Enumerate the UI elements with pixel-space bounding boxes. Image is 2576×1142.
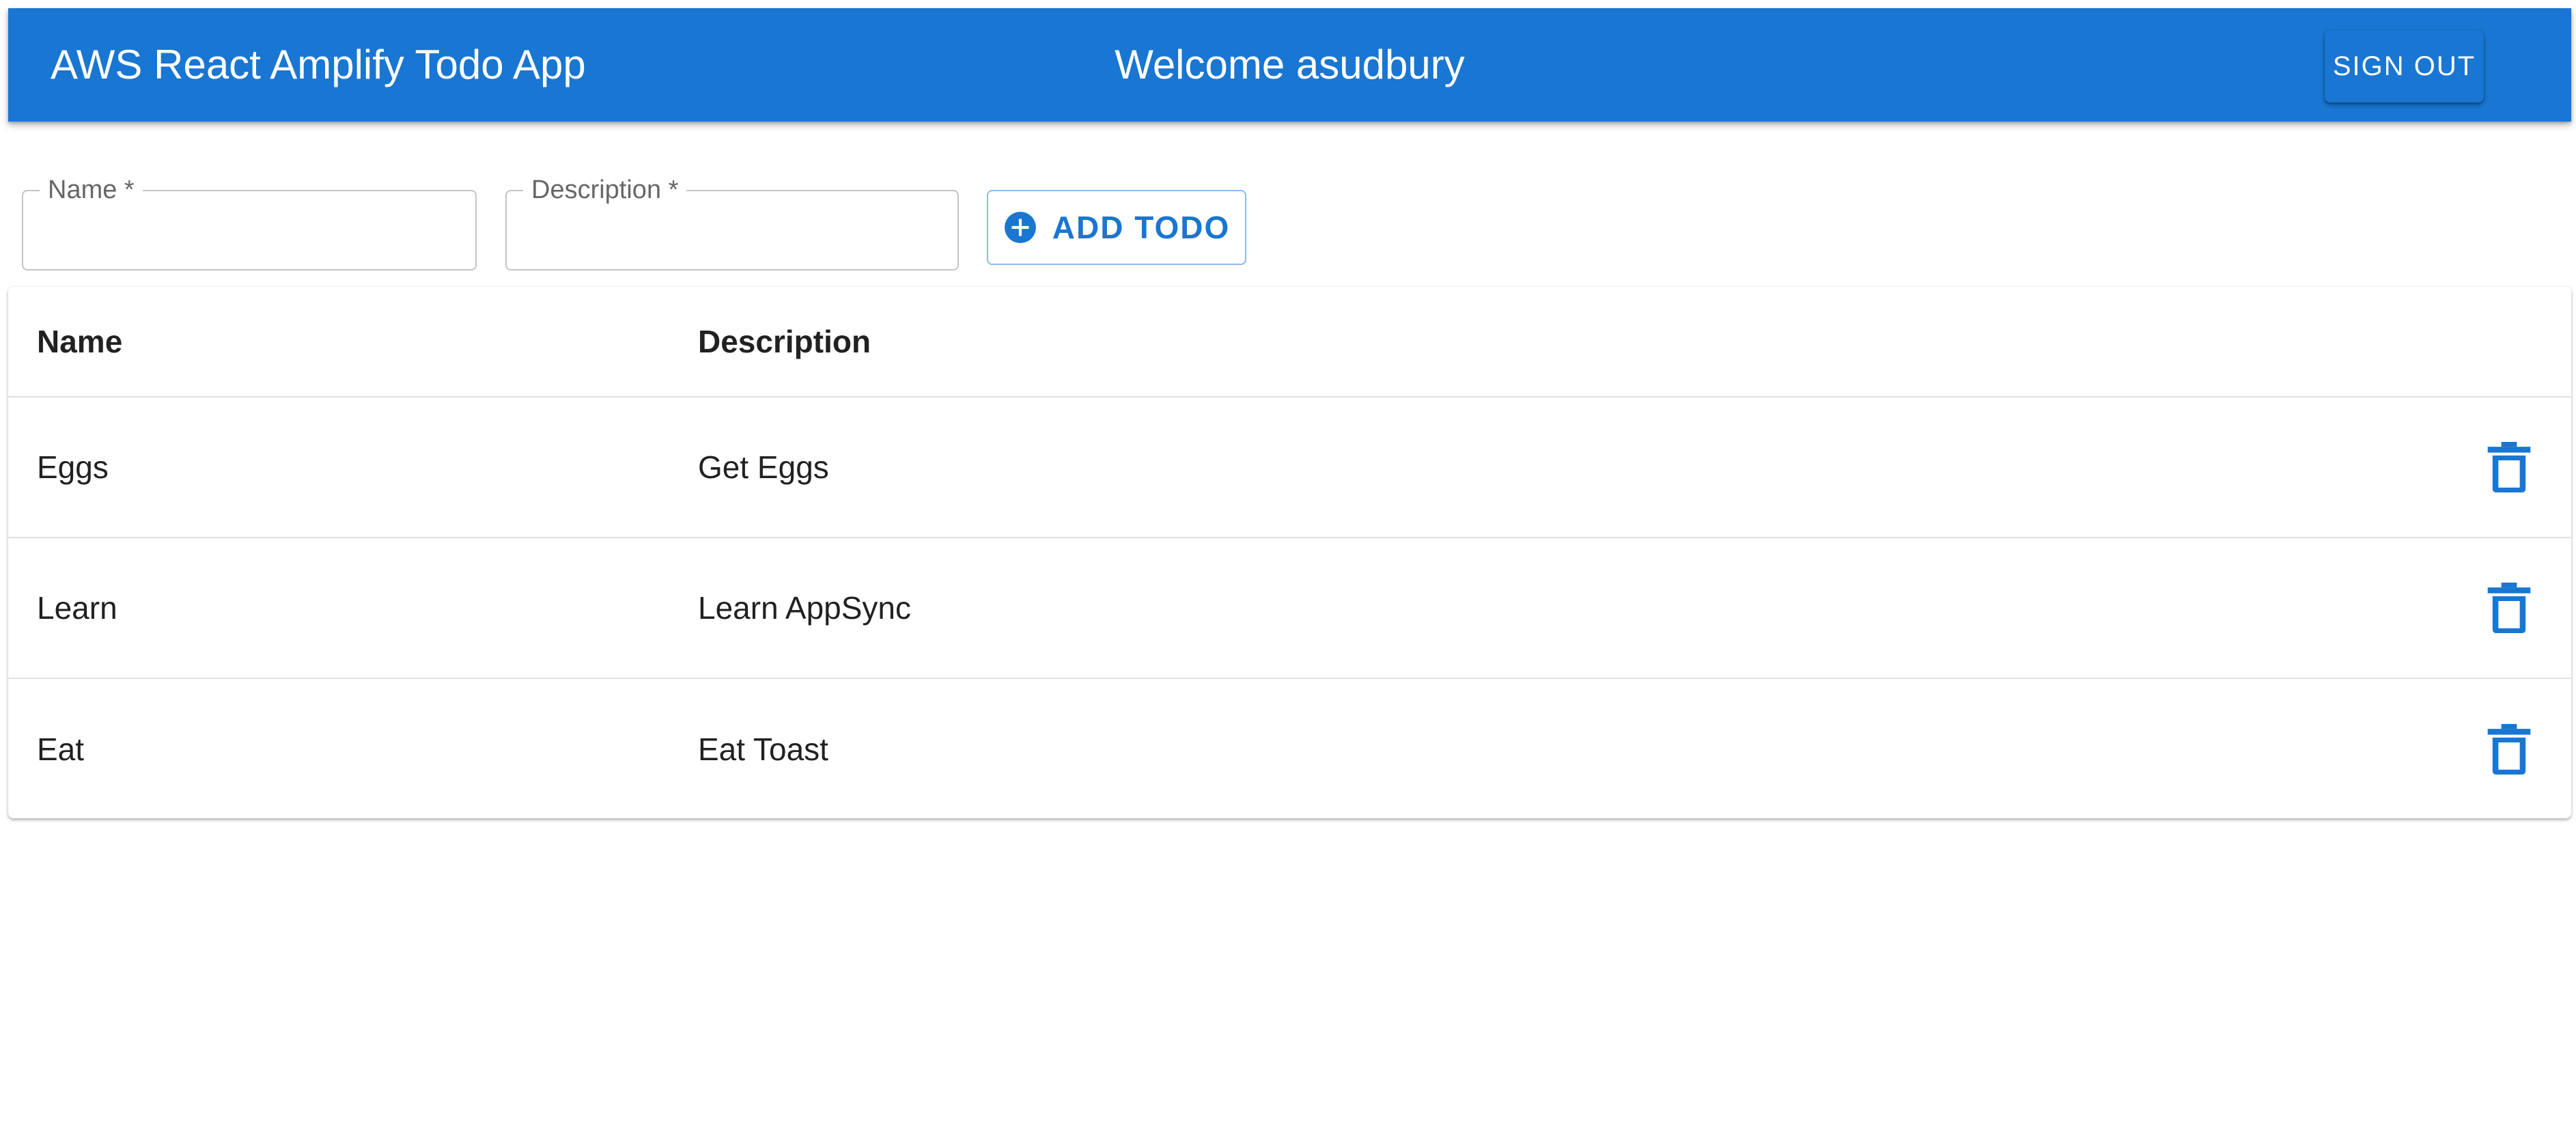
table-row: Eat Eat Toast	[8, 679, 2571, 818]
add-todo-label: ADD TODO	[1052, 210, 1231, 245]
delete-icon	[2487, 583, 2531, 633]
app-bar: Welcome asudbury AWS React Amplify Todo …	[8, 8, 2571, 122]
delete-button[interactable]	[2475, 433, 2543, 501]
todo-description: Get Eggs	[698, 449, 829, 485]
name-field[interactable]: Name *	[22, 175, 477, 270]
name-field-label: Name *	[40, 175, 143, 205]
todo-description: Eat Toast	[698, 732, 828, 767]
delete-button[interactable]	[2475, 574, 2543, 642]
table-row: Learn Learn AppSync	[8, 538, 2571, 679]
sign-out-button[interactable]: SIGN OUT	[2325, 30, 2484, 102]
todo-name: Eggs	[37, 449, 109, 485]
delete-icon	[2487, 724, 2531, 775]
app-title: AWS React Amplify Todo App	[51, 42, 586, 87]
description-input[interactable]	[520, 212, 944, 254]
name-input[interactable]	[37, 212, 462, 254]
todo-description: Learn AppSync	[698, 590, 912, 626]
table-header-row: Name Description	[8, 287, 2571, 398]
delete-icon	[2487, 442, 2531, 492]
table-row: Eggs Get Eggs	[8, 398, 2571, 538]
column-header-name: Name	[37, 324, 123, 359]
column-header-description: Description	[698, 324, 871, 359]
todo-name: Learn	[37, 590, 117, 626]
description-field-label: Description *	[523, 175, 687, 205]
add-circle-icon	[1004, 212, 1036, 243]
todo-name: Eat	[37, 732, 85, 767]
add-todo-button[interactable]: ADD TODO	[987, 190, 1246, 265]
delete-button[interactable]	[2475, 715, 2543, 783]
description-field[interactable]: Description *	[505, 175, 959, 270]
todo-table: Name Description Eggs Get Eggs Learn Lea…	[8, 287, 2571, 818]
